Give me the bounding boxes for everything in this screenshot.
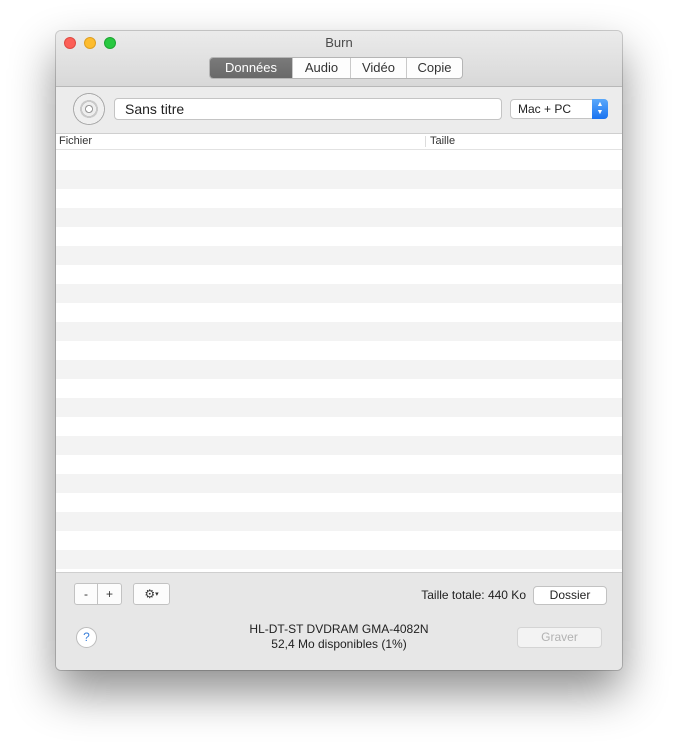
remove-button[interactable]: - [74, 583, 98, 605]
mode-tabs: Données Audio Vidéo Copie [209, 57, 463, 79]
title-bar[interactable]: Burn Données Audio Vidéo Copie [56, 31, 622, 87]
table-rows[interactable] [56, 151, 622, 572]
tab-donnees[interactable]: Données [210, 58, 292, 78]
tab-audio[interactable]: Audio [292, 58, 350, 78]
tab-copie[interactable]: Copie [406, 58, 462, 78]
cd-icon [73, 93, 105, 125]
drive-info: HL-DT-ST DVDRAM GMA-4082N 52,4 Mo dispon… [206, 622, 472, 652]
filesystem-select-value: Mac + PC [518, 102, 572, 116]
action-menu-button[interactable]: ⚙▾ [133, 583, 170, 605]
folder-button[interactable]: Dossier [533, 586, 607, 605]
file-table[interactable]: Fichier Taille [56, 133, 622, 572]
add-button[interactable]: + [97, 583, 122, 605]
window-title: Burn [325, 35, 353, 50]
burn-button[interactable]: Graver [517, 627, 602, 648]
drive-space: 52,4 Mo disponibles (1%) [271, 637, 407, 651]
total-size-label: Taille totale: 440 Ko [421, 588, 526, 602]
disc-name-input[interactable]: Sans titre [114, 98, 502, 120]
column-header-fichier[interactable]: Fichier [56, 136, 426, 147]
drive-name: HL-DT-ST DVDRAM GMA-4082N [249, 622, 429, 636]
chevron-down-icon: ▾ [155, 591, 159, 598]
gear-icon: ⚙ [144, 587, 156, 601]
tab-video[interactable]: Vidéo [350, 58, 406, 78]
bottom-bar: - + ⚙▾ Taille totale: 440 Ko Dossier ? H… [56, 572, 622, 670]
column-header-taille[interactable]: Taille [426, 136, 622, 147]
filesystem-select[interactable]: Mac + PC ▲ ▼ [510, 99, 608, 119]
select-arrows-icon: ▲ ▼ [592, 99, 608, 119]
burn-window: Burn Données Audio Vidéo Copie Sans titr… [56, 31, 622, 670]
help-button[interactable]: ? [76, 627, 97, 648]
table-header: Fichier Taille [56, 134, 622, 150]
